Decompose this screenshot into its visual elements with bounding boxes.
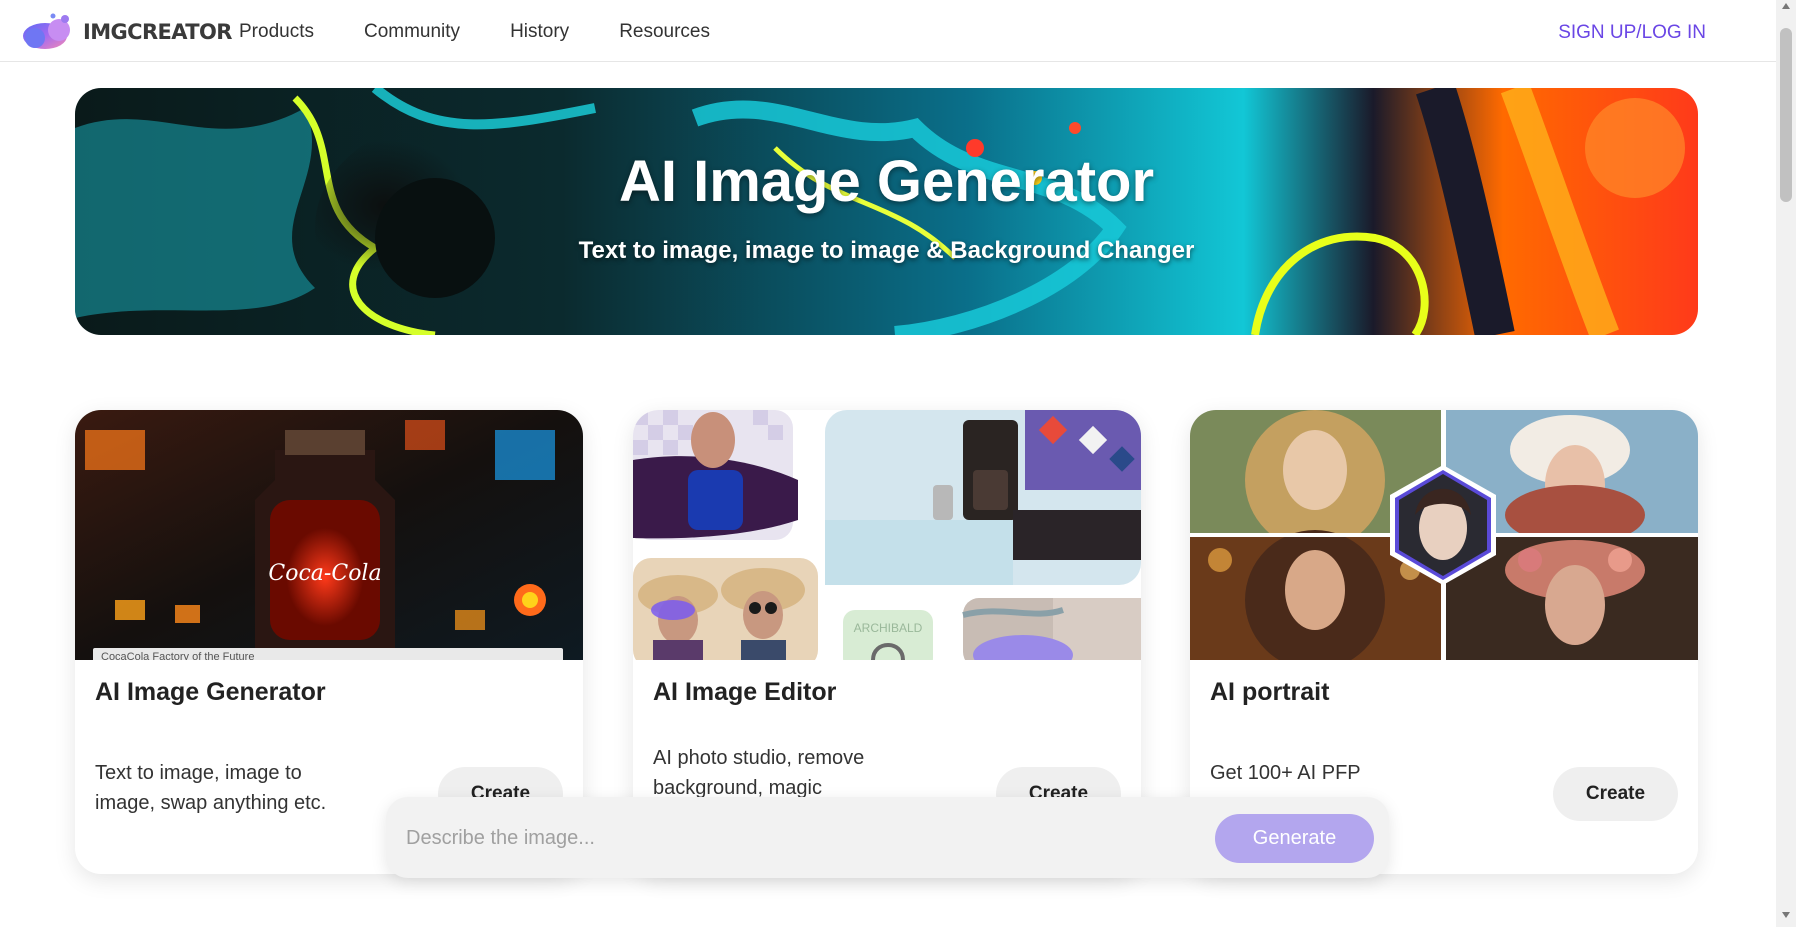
nav-history[interactable]: History — [510, 21, 569, 43]
page-scrollbar[interactable] — [1776, 0, 1796, 927]
coca-cola-factory-illustration: Coca-Cola — [75, 410, 583, 660]
main-nav: Products Community History Resources — [239, 21, 710, 43]
card-image-coca-cola: Coca-Cola CocaCola Factory of the Future — [75, 410, 583, 660]
portrait-collage — [1190, 410, 1698, 660]
card-title: AI Image Generator — [95, 678, 326, 706]
logo-text: IMGCREATOR — [83, 20, 232, 44]
image-editor-collage: ARCHIBALD — [633, 410, 1141, 660]
describe-image-input[interactable] — [406, 819, 1186, 857]
top-navigation-bar: IMGCREATOR Products Community History Re… — [0, 0, 1776, 62]
nav-resources[interactable]: Resources — [619, 21, 710, 43]
scroll-up-arrow-icon[interactable] — [1776, 2, 1796, 16]
scroll-down-arrow-icon[interactable] — [1776, 911, 1796, 925]
create-button[interactable]: Create — [1553, 767, 1678, 821]
prompt-bar: Generate — [386, 797, 1389, 878]
hero-title: AI Image Generator — [618, 149, 1155, 214]
generate-button[interactable]: Generate — [1215, 814, 1374, 863]
imgcreator-logo[interactable]: IMGCREATOR — [19, 12, 232, 52]
signup-login-link[interactable]: SIGN UP/LOG IN — [1558, 22, 1706, 44]
card-title: AI Image Editor — [653, 678, 837, 706]
scrollbar-thumb[interactable] — [1780, 28, 1792, 202]
archibald-label: ARCHIBALD — [854, 621, 923, 635]
card-description: AI photo studio, remove background, magi… — [653, 747, 865, 799]
card-image-editor-collage: ARCHIBALD — [633, 410, 1141, 660]
hero-subtitle: Text to image, image to image & Backgrou… — [578, 237, 1195, 264]
nav-products[interactable]: Products — [239, 21, 314, 43]
nav-community[interactable]: Community — [364, 21, 460, 43]
card-image-portraits — [1190, 410, 1698, 660]
card-description: Text to image, image to image, swap anyt… — [95, 762, 327, 814]
card-description: Get 100+ AI PFP — [1210, 762, 1361, 784]
card-title: AI portrait — [1210, 678, 1330, 706]
logo-icon — [19, 12, 77, 52]
image-caption-strip: CocaCola Factory of the Future — [93, 648, 563, 660]
coca-cola-logo-text: Coca-Cola — [268, 561, 381, 586]
hero-banner: AI Image Generator Text to image, image … — [75, 88, 1698, 335]
